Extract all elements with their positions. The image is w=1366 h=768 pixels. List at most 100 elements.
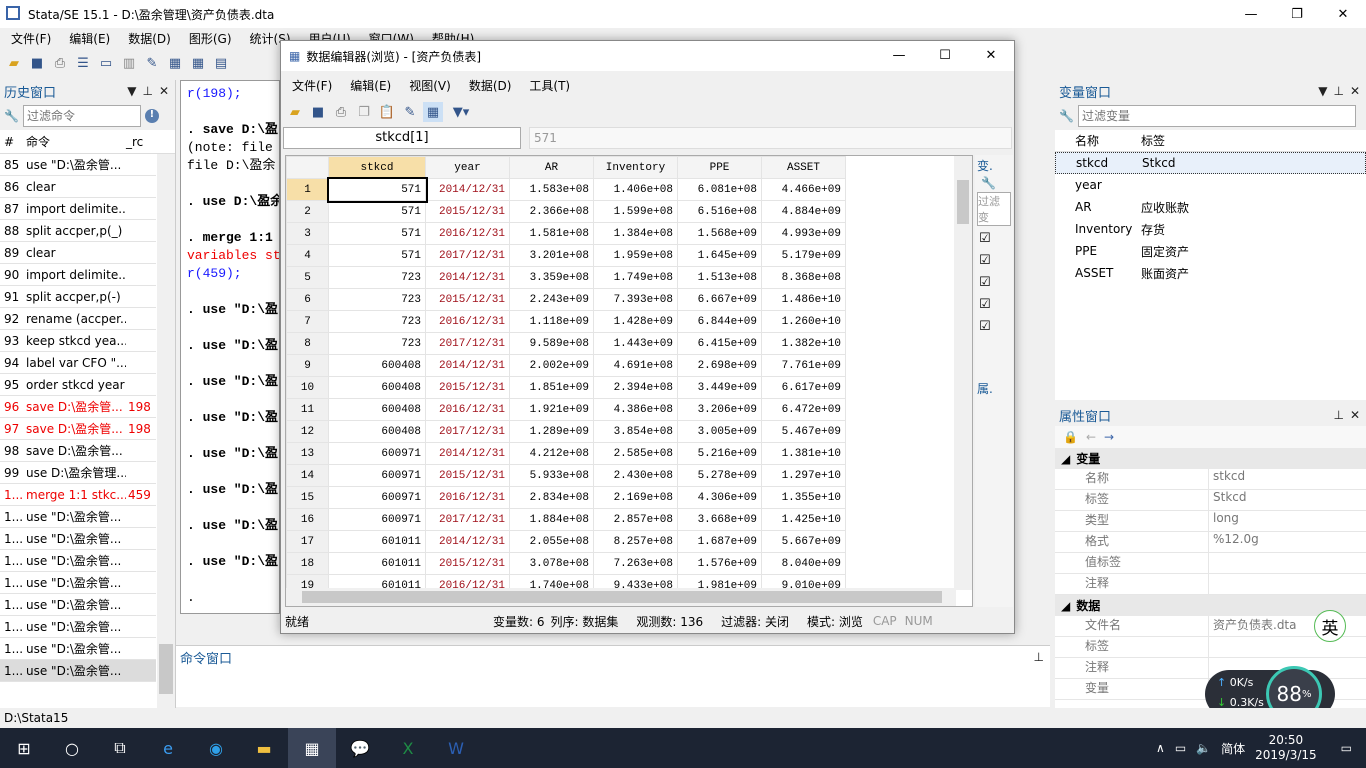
data-cell[interactable]: 8.257e+08	[593, 530, 678, 553]
maximize-button[interactable]: ❐	[1274, 0, 1320, 28]
editor-menu-item[interactable]: 编辑(E)	[341, 77, 400, 94]
variable-row[interactable]: PPE 固定资产	[1055, 240, 1366, 262]
data-cell[interactable]: 1.749e+08	[593, 266, 678, 289]
row-number[interactable]: 7	[286, 310, 329, 333]
data-cell[interactable]: 601011	[328, 530, 426, 553]
data-cell[interactable]: 2.857e+08	[593, 508, 678, 531]
paste-icon[interactable]: 📋	[377, 102, 397, 122]
data-cell[interactable]: 3.359e+08	[509, 266, 594, 289]
variable-checkboxes[interactable]: ☑ ☑ ☑ ☑ ☑	[975, 228, 1013, 338]
history-row[interactable]: 86 clear	[0, 176, 156, 198]
save-icon[interactable]: ■	[308, 102, 328, 122]
history-row[interactable]: 1... merge 1:1 stkc... 459	[0, 484, 156, 506]
wrench-icon[interactable]: 🔧	[975, 176, 1013, 190]
variable-row[interactable]: stkcd Stkcd	[1055, 152, 1366, 174]
row-number[interactable]: 8	[286, 332, 329, 355]
row-number[interactable]: 2	[286, 200, 329, 223]
variable-row[interactable]: AR 应收账款	[1055, 196, 1366, 218]
file-explorer-icon[interactable]: ▬	[240, 728, 288, 768]
section-variable[interactable]: ◢ 变量	[1055, 448, 1366, 469]
column-header[interactable]: ASSET	[761, 156, 846, 179]
data-cell[interactable]: 1.581e+08	[509, 222, 594, 245]
windows-start-icon[interactable]: ⊞	[0, 728, 48, 768]
data-cell[interactable]: 601011	[328, 552, 426, 575]
tray-up-icon[interactable]: ∧	[1156, 741, 1165, 755]
data-cell[interactable]: 1.568e+09	[677, 222, 762, 245]
browse-mode-icon[interactable]: ▦	[423, 102, 443, 122]
row-number[interactable]: 6	[286, 288, 329, 311]
data-cell[interactable]: 5.467e+09	[761, 420, 846, 443]
data-cell[interactable]: 1.260e+10	[761, 310, 846, 333]
data-cell[interactable]: 2015/12/31	[425, 552, 510, 575]
data-cell[interactable]: 5.667e+09	[761, 530, 846, 553]
data-cell[interactable]: 600971	[328, 486, 426, 509]
lock-icon[interactable]: 🔒	[1063, 430, 1078, 444]
print-icon[interactable]: ⎙	[50, 53, 70, 73]
data-cell[interactable]: 723	[328, 266, 426, 289]
open-icon[interactable]: ▰	[285, 102, 305, 122]
data-cell[interactable]: 2.243e+09	[509, 288, 594, 311]
data-cell[interactable]: 600408	[328, 376, 426, 399]
history-row[interactable]: 88 split accper,p(_)	[0, 220, 156, 242]
row-number[interactable]: 11	[286, 398, 329, 421]
row-number[interactable]: 9	[286, 354, 329, 377]
col-name-header[interactable]: 名称	[1055, 132, 1141, 149]
close-button[interactable]: ✕	[968, 41, 1014, 69]
column-header[interactable]: year	[425, 156, 510, 179]
data-cell[interactable]: 1.687e+09	[677, 530, 762, 553]
history-row[interactable]: 1... use "D:\盈余管...	[0, 638, 156, 660]
data-browser-icon[interactable]: ▦	[188, 53, 208, 73]
minimize-button[interactable]: —	[876, 41, 922, 69]
variable-row[interactable]: ASSET 账面资产	[1055, 262, 1366, 284]
editor-menu-item[interactable]: 工具(T)	[520, 77, 579, 94]
data-cell[interactable]: 1.118e+09	[509, 310, 594, 333]
edit-mode-icon[interactable]: ✎	[400, 102, 420, 122]
editor-menu-item[interactable]: 文件(F)	[283, 77, 341, 94]
property-row[interactable]: 名称 stkcd	[1055, 469, 1366, 490]
data-cell[interactable]: 5.216e+09	[677, 442, 762, 465]
grid-vertical-scrollbar[interactable]	[954, 156, 972, 590]
data-editor-edit-icon[interactable]: ▦	[165, 53, 185, 73]
property-row[interactable]: 注释	[1055, 574, 1366, 595]
history-row[interactable]: 1... use "D:\盈余管...	[0, 550, 156, 572]
stata-taskbar-icon[interactable]: ▦	[288, 728, 336, 768]
browser-icon[interactable]: ◉	[192, 728, 240, 768]
data-cell[interactable]: 1.645e+09	[677, 244, 762, 267]
filter-icon[interactable]: ▼▾	[446, 102, 476, 122]
data-cell[interactable]: 600971	[328, 464, 426, 487]
close-button[interactable]: ✕	[1320, 0, 1366, 28]
row-number[interactable]: 18	[286, 552, 329, 575]
column-header[interactable]: stkcd	[328, 156, 426, 179]
data-cell[interactable]: 1.599e+08	[593, 200, 678, 223]
data-cell[interactable]: 1.576e+09	[677, 552, 762, 575]
data-cell[interactable]: 2.366e+08	[509, 200, 594, 223]
pin-icon[interactable]: ⊥	[1333, 84, 1343, 98]
data-cell[interactable]: 2016/12/31	[425, 310, 510, 333]
word-icon[interactable]: W	[432, 728, 480, 768]
data-cell[interactable]: 1.425e+10	[761, 508, 846, 531]
maximize-button[interactable]: ☐	[922, 41, 968, 69]
data-cell[interactable]: 2014/12/31	[425, 354, 510, 377]
notification-icon[interactable]: ▭	[1327, 741, 1366, 755]
col-label-header[interactable]: 标签	[1141, 132, 1165, 149]
data-cell[interactable]: 2.430e+08	[593, 464, 678, 487]
data-cell[interactable]: 6.472e+09	[761, 398, 846, 421]
data-cell[interactable]: 2016/12/31	[425, 486, 510, 509]
data-cell[interactable]: 1.959e+08	[593, 244, 678, 267]
data-cell[interactable]: 1.297e+10	[761, 464, 846, 487]
open-icon[interactable]: ▰	[4, 53, 24, 73]
data-cell[interactable]: 8.040e+09	[761, 552, 846, 575]
data-cell[interactable]: 1.355e+10	[761, 486, 846, 509]
data-cell[interactable]: 600408	[328, 398, 426, 421]
data-cell[interactable]: 5.278e+09	[677, 464, 762, 487]
data-cell[interactable]: 723	[328, 332, 426, 355]
clock[interactable]: 20:50 2019/3/15	[1255, 733, 1317, 763]
corner-cell[interactable]	[286, 156, 329, 179]
history-row[interactable]: 95 order stkcd year	[0, 374, 156, 396]
data-cell[interactable]: 1.381e+10	[761, 442, 846, 465]
do-editor-icon[interactable]: ✎	[142, 53, 162, 73]
command-window[interactable]: 命令窗口 ⊥	[176, 645, 1050, 707]
history-filter-input[interactable]	[22, 105, 141, 127]
history-row[interactable]: 1... use "D:\盈余管...	[0, 572, 156, 594]
data-cell[interactable]: 4.691e+08	[593, 354, 678, 377]
